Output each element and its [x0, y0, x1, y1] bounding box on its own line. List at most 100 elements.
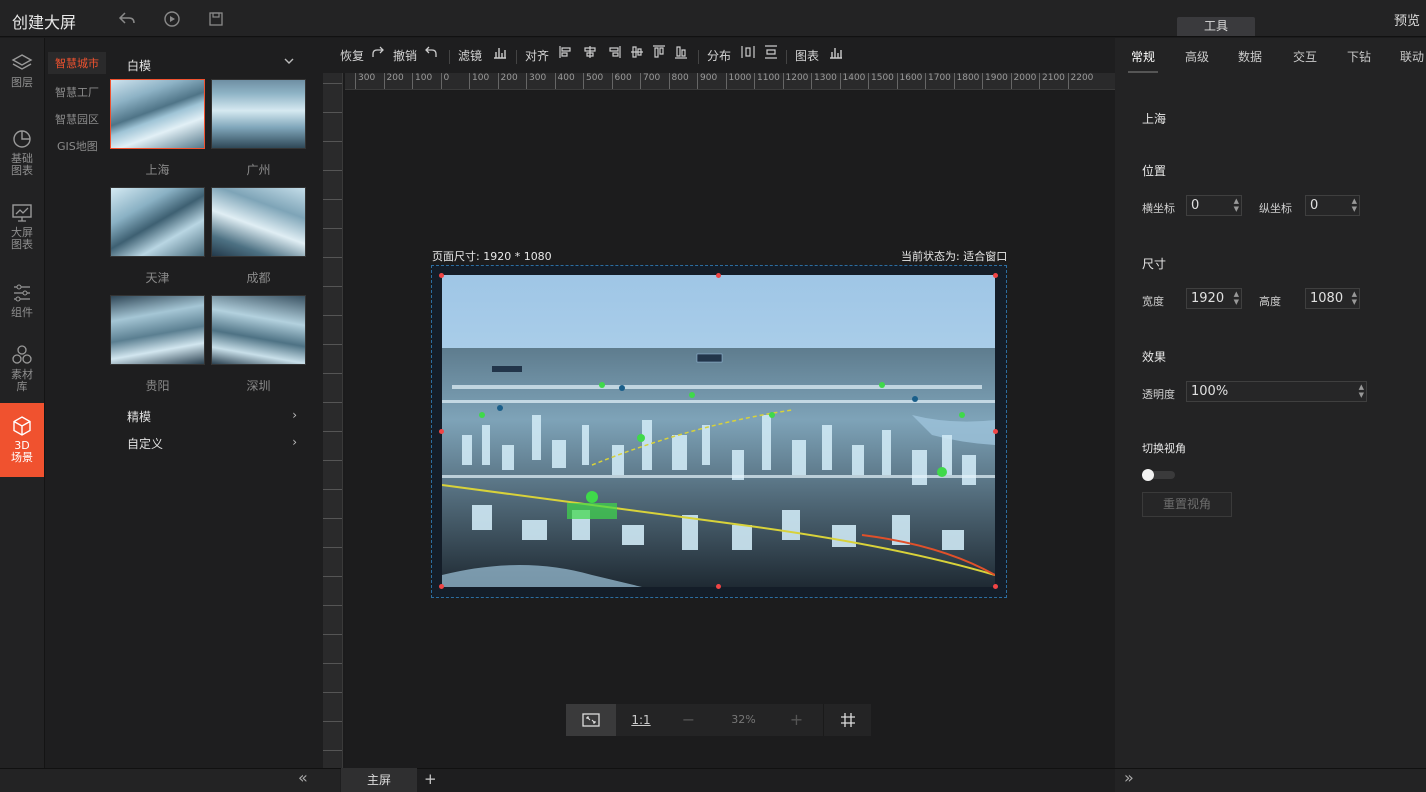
ruler-label: 300	[526, 73, 546, 89]
ruler-label: 1300	[811, 73, 837, 89]
thumb-label: 成都	[246, 271, 271, 285]
resize-handle-s[interactable]	[716, 584, 721, 589]
chevron-down-icon[interactable]	[283, 55, 295, 70]
ruler-tick	[323, 721, 342, 750]
tab-interaction[interactable]: 交互	[1293, 48, 1317, 65]
align-center-h-icon[interactable]	[582, 44, 598, 63]
align-left-icon[interactable]	[558, 44, 574, 63]
width-input[interactable]: 1920 ▲ ▼	[1186, 288, 1242, 309]
scene-thumb-guangzhou[interactable]	[211, 79, 306, 149]
scene-thumb-shanghai[interactable]	[110, 79, 205, 149]
undo-icon[interactable]	[117, 9, 137, 29]
spinner-icon[interactable]: ▲ ▼	[1234, 197, 1239, 213]
ruler-tick	[323, 373, 342, 402]
view-title: 切换视角	[1142, 442, 1186, 455]
align-bottom-icon[interactable]	[673, 44, 689, 63]
distribute-v-icon[interactable]	[763, 44, 779, 63]
resize-handle-nw[interactable]	[439, 273, 444, 278]
zoom-out-button[interactable]: −	[676, 704, 701, 736]
nav-item-basic-charts[interactable]: 基础 图表	[0, 128, 44, 198]
view-toggle[interactable]	[1141, 467, 1175, 481]
nav-label: 素材 库	[11, 368, 33, 393]
align-button[interactable]: 对齐	[525, 47, 549, 64]
size-title: 尺寸	[1142, 257, 1167, 271]
ruler-label: 2100	[1039, 73, 1065, 89]
spinner-icon[interactable]: ▲ ▼	[1359, 383, 1364, 399]
undo-arrow-icon[interactable]	[423, 44, 439, 63]
resize-handle-e[interactable]	[993, 429, 998, 434]
reset-view-button[interactable]: 重置视角	[1142, 492, 1232, 517]
actual-size-button[interactable]: 1:1	[621, 704, 661, 736]
scene-thumb-chengdu[interactable]	[211, 187, 306, 257]
ruler-tick	[323, 431, 342, 460]
grid-icon[interactable]	[823, 704, 871, 736]
save-icon[interactable]	[206, 9, 226, 29]
ruler-tick	[323, 460, 342, 489]
tab-data[interactable]: 数据	[1238, 48, 1262, 65]
resize-handle-se[interactable]	[993, 584, 998, 589]
undo-button[interactable]: 撤销	[393, 47, 417, 64]
scene-thumb-shenzhen[interactable]	[211, 295, 306, 365]
expand-right-icon[interactable]: »	[1124, 768, 1134, 787]
redo-button[interactable]: 恢复	[340, 47, 364, 64]
spinner-icon[interactable]: ▲ ▼	[1352, 197, 1357, 213]
zoom-in-button[interactable]: +	[784, 704, 809, 736]
align-middle-icon[interactable]	[629, 44, 645, 63]
sub-row-fine-model[interactable]: 精模 ›	[127, 408, 297, 425]
collapse-left-icon[interactable]: «	[298, 768, 308, 787]
thumb-label: 贵阳	[145, 379, 170, 393]
scene-thumb-tianjin[interactable]	[110, 187, 205, 257]
thumb-label: 上海	[145, 163, 170, 177]
resize-handle-n[interactable]	[716, 273, 721, 278]
resize-handle-sw[interactable]	[439, 584, 444, 589]
resize-handle-ne[interactable]	[993, 273, 998, 278]
add-screen-button[interactable]: +	[424, 768, 437, 790]
nav-item-3d-scene[interactable]: 3D 场景	[0, 403, 44, 477]
nav-item-components[interactable]: 组件	[0, 282, 44, 352]
resize-handle-w[interactable]	[439, 429, 444, 434]
distribute-button[interactable]: 分布	[707, 47, 731, 64]
chart-icon[interactable]	[828, 44, 844, 63]
ruler-tick	[323, 286, 342, 315]
fit-window-icon[interactable]	[566, 704, 616, 736]
redo-icon[interactable]	[370, 44, 386, 63]
tab-main-screen[interactable]: 主屏	[341, 768, 417, 792]
y-input[interactable]: 0 ▲ ▼	[1305, 195, 1360, 216]
tool-tab[interactable]: 工具	[1177, 17, 1255, 36]
scene-thumb-guiyang[interactable]	[110, 295, 205, 365]
properties-panel	[1115, 38, 1426, 768]
ruler-label: 1400	[839, 73, 865, 89]
layers-icon	[11, 54, 33, 70]
align-top-icon[interactable]	[651, 44, 667, 63]
y-label: 纵坐标	[1259, 202, 1292, 215]
play-icon[interactable]	[162, 9, 182, 29]
preview-button[interactable]: 预览	[1394, 10, 1420, 29]
filter-button[interactable]: 滤镜	[458, 47, 482, 64]
category-gis-map[interactable]: GIS地图	[57, 138, 98, 154]
opacity-input[interactable]: 100% ▲ ▼	[1186, 381, 1367, 402]
nav-item-screen-charts[interactable]: 大屏 图表	[0, 202, 44, 272]
height-input[interactable]: 1080 ▲ ▼	[1305, 288, 1360, 309]
sub-row-custom[interactable]: 自定义 ›	[127, 435, 297, 452]
tab-advanced[interactable]: 高级	[1185, 48, 1209, 65]
category-smart-city[interactable]: 智慧城市	[48, 52, 106, 74]
3d-scene-view[interactable]	[442, 275, 995, 587]
spinner-icon[interactable]: ▲ ▼	[1352, 290, 1357, 306]
spinner-icon[interactable]: ▲ ▼	[1234, 290, 1239, 306]
distribute-h-icon[interactable]	[740, 44, 756, 63]
ruler-label: 200	[497, 73, 518, 89]
tab-drilldown[interactable]: 下钻	[1347, 48, 1371, 65]
align-right-icon[interactable]	[606, 44, 622, 63]
nav-item-layers[interactable]: 图层	[0, 52, 44, 122]
chart-button[interactable]: 图表	[795, 47, 819, 64]
x-input[interactable]: 0 ▲ ▼	[1186, 195, 1242, 216]
zoom-bar: 1:1 − 32% +	[566, 704, 871, 736]
tab-general[interactable]: 常规	[1131, 48, 1155, 65]
ruler-tick	[323, 141, 342, 170]
model-select[interactable]: 白模	[127, 57, 151, 74]
ruler-label: 1700	[925, 73, 951, 89]
tab-linkage[interactable]: 联动	[1400, 48, 1424, 65]
category-smart-park[interactable]: 智慧园区	[55, 111, 99, 127]
bar-chart-icon[interactable]	[492, 44, 508, 63]
category-smart-factory[interactable]: 智慧工厂	[55, 84, 99, 100]
